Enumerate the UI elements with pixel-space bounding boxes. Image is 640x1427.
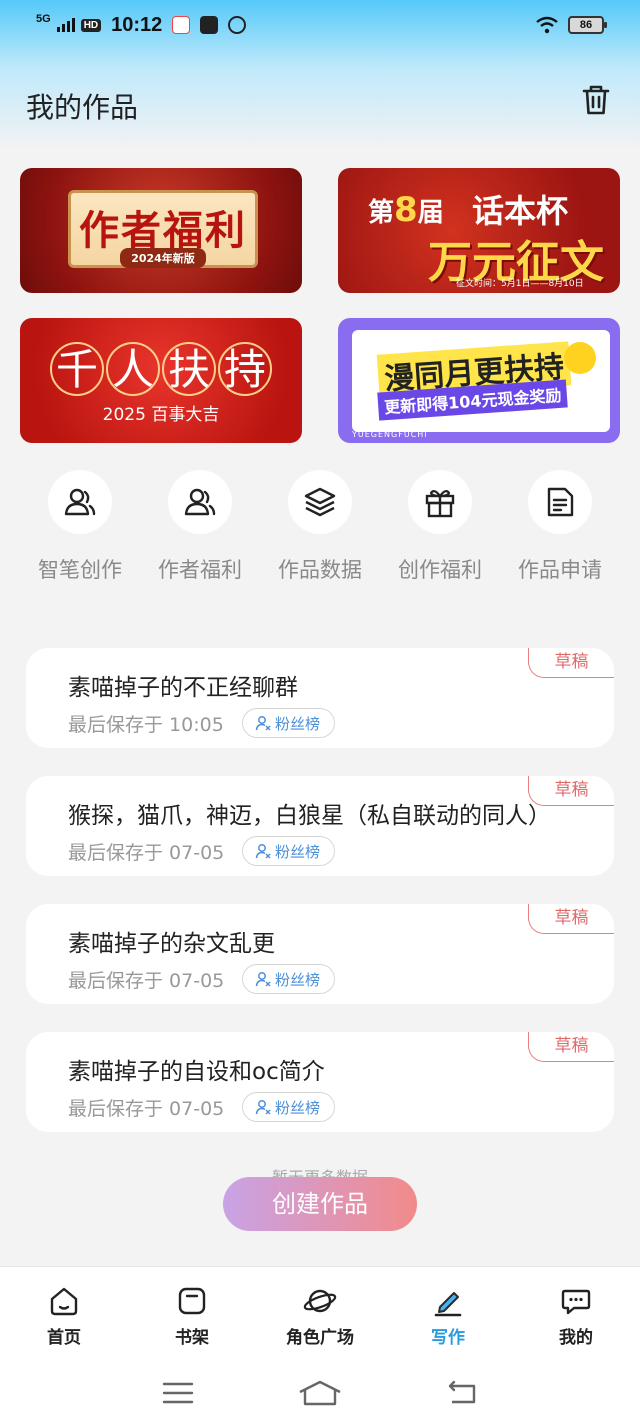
nav-label: 首页 [47,1328,81,1348]
user-icon [255,1100,271,1115]
link-notification-icon [228,16,247,34]
quick-action-label: 作品申请 [518,558,602,582]
smiley-icon [564,342,596,374]
chat-icon [561,1289,591,1315]
work-title: 素喵掉子的不正经聊群 [68,675,298,701]
fans-ranking-button[interactable]: 粉丝榜 [242,964,336,994]
home-button-icon[interactable] [298,1380,342,1406]
fans-ranking-label: 粉丝榜 [275,714,321,733]
work-card[interactable]: 素喵掉子的不正经聊群 最后保存于 10:05 粉丝榜 草稿 [26,648,614,748]
battery-icon: 86 [568,16,607,34]
bottom-navigation: 首页 书架 角色广场 写作 我的 [0,1266,640,1358]
planet-icon [303,1289,337,1313]
user-pen-icon [48,470,112,534]
nav-item-writing[interactable]: 写作 [384,1267,512,1358]
work-card[interactable]: 猴探，猫爪，神迈，白狼星（私自联动的同人） 最后保存于 07-05 粉丝榜 草稿 [26,776,614,876]
app-notification-icon [172,16,191,34]
banner-monthly-update[interactable]: 漫同月更扶持 更新即得104元现金奖励 YUEGENGFUCHI [338,318,620,443]
draft-badge: 草稿 [528,1032,614,1062]
quick-action-work-application[interactable]: 作品申请 [500,470,620,584]
work-saved-time: 最后保存于 07-05 [68,1098,225,1120]
wifi-icon [536,16,558,34]
work-saved-time: 最后保存于 07-05 [68,842,225,864]
quick-action-label: 创作福利 [398,558,482,582]
banner-thousand-support[interactable]: 千人扶持 2025 百事大吉 [20,318,302,443]
layers-icon [288,470,352,534]
quick-actions: 智笔创作 作者福利 作品数据 创作福利 作品申请 [20,470,620,584]
document-icon [528,470,592,534]
banner-subtitle: 2024年新版 [120,248,206,268]
nav-item-bookshelf[interactable]: 书架 [128,1267,256,1358]
nav-label: 书架 [175,1328,209,1348]
trash-icon[interactable] [578,82,614,118]
users-icon [168,470,232,534]
signal-icon [56,18,75,32]
quick-action-label: 作品数据 [278,558,362,582]
banner-edition: 第8届 [368,190,444,230]
banner-title: 千人扶持 [20,342,302,396]
work-saved-time: 最后保存于 10:05 [68,714,224,736]
draft-badge: 草稿 [528,776,614,806]
quick-action-label: 智笔创作 [38,558,122,582]
work-title: 猴探，猫爪，神迈，白狼星（私自联动的同人） [68,803,551,829]
fans-ranking-button[interactable]: 粉丝榜 [242,708,336,738]
fans-ranking-button[interactable]: 粉丝榜 [242,1092,336,1122]
network-type: 5G [36,13,51,25]
quick-action-smart-writing[interactable]: 智笔创作 [20,470,140,584]
quick-action-author-benefits[interactable]: 作者福利 [140,470,260,584]
nav-label: 角色广场 [286,1328,354,1348]
nav-item-mine[interactable]: 我的 [512,1267,640,1358]
work-card[interactable]: 素喵掉子的杂文乱更 最后保存于 07-05 粉丝榜 草稿 [26,904,614,1004]
nav-label: 我的 [559,1328,593,1348]
user-icon [255,972,271,987]
quick-action-label: 作者福利 [158,558,242,582]
home-icon [50,1287,78,1316]
pen-icon [434,1292,462,1317]
system-navigation-bar [0,1358,640,1427]
banner-subtitle: 2025 百事大吉 [102,405,220,425]
app-notification-icon [200,16,219,34]
user-icon [255,844,271,859]
nav-item-home[interactable]: 首页 [0,1267,128,1358]
status-time: 10:12 [111,13,163,36]
quick-action-work-data[interactable]: 作品数据 [260,470,380,584]
work-title: 素喵掉子的自设和oc简介 [68,1059,325,1085]
create-work-button[interactable]: 创建作品 [223,1177,417,1231]
nav-item-character-plaza[interactable]: 角色广场 [256,1267,384,1358]
banner-author-benefits[interactable]: 作者福利 2024年新版 [20,168,302,293]
user-icon [255,716,271,731]
draft-badge: 草稿 [528,904,614,934]
work-title: 素喵掉子的杂文乱更 [68,931,275,957]
fans-ranking-label: 粉丝榜 [275,1098,321,1117]
hd-badge: HD [80,18,102,32]
banner-date: 征文时间：5月1日——8月10日 [456,279,584,289]
nav-label: 写作 [431,1328,465,1348]
banner-essay-contest[interactable]: 第8届 话本杯 万元征文 征文时间：5月1日——8月10日 [338,168,620,293]
fans-ranking-label: 粉丝榜 [275,842,321,861]
menu-icon[interactable] [162,1381,194,1405]
bookshelf-icon [178,1287,206,1315]
gift-icon [408,470,472,534]
page-title: 我的作品 [26,91,139,124]
work-saved-time: 最后保存于 07-05 [68,970,225,992]
work-card[interactable]: 素喵掉子的自设和oc简介 最后保存于 07-05 粉丝榜 草稿 [26,1032,614,1132]
back-icon[interactable] [446,1380,478,1406]
fans-ranking-button[interactable]: 粉丝榜 [242,836,336,866]
quick-action-creation-benefits[interactable]: 创作福利 [380,470,500,584]
fans-ranking-label: 粉丝榜 [275,970,321,989]
banner-caption: YUEGENGFUCHI [352,430,428,439]
status-bar: 5G HD 10:12 86 [0,0,640,50]
draft-badge: 草稿 [528,648,614,678]
